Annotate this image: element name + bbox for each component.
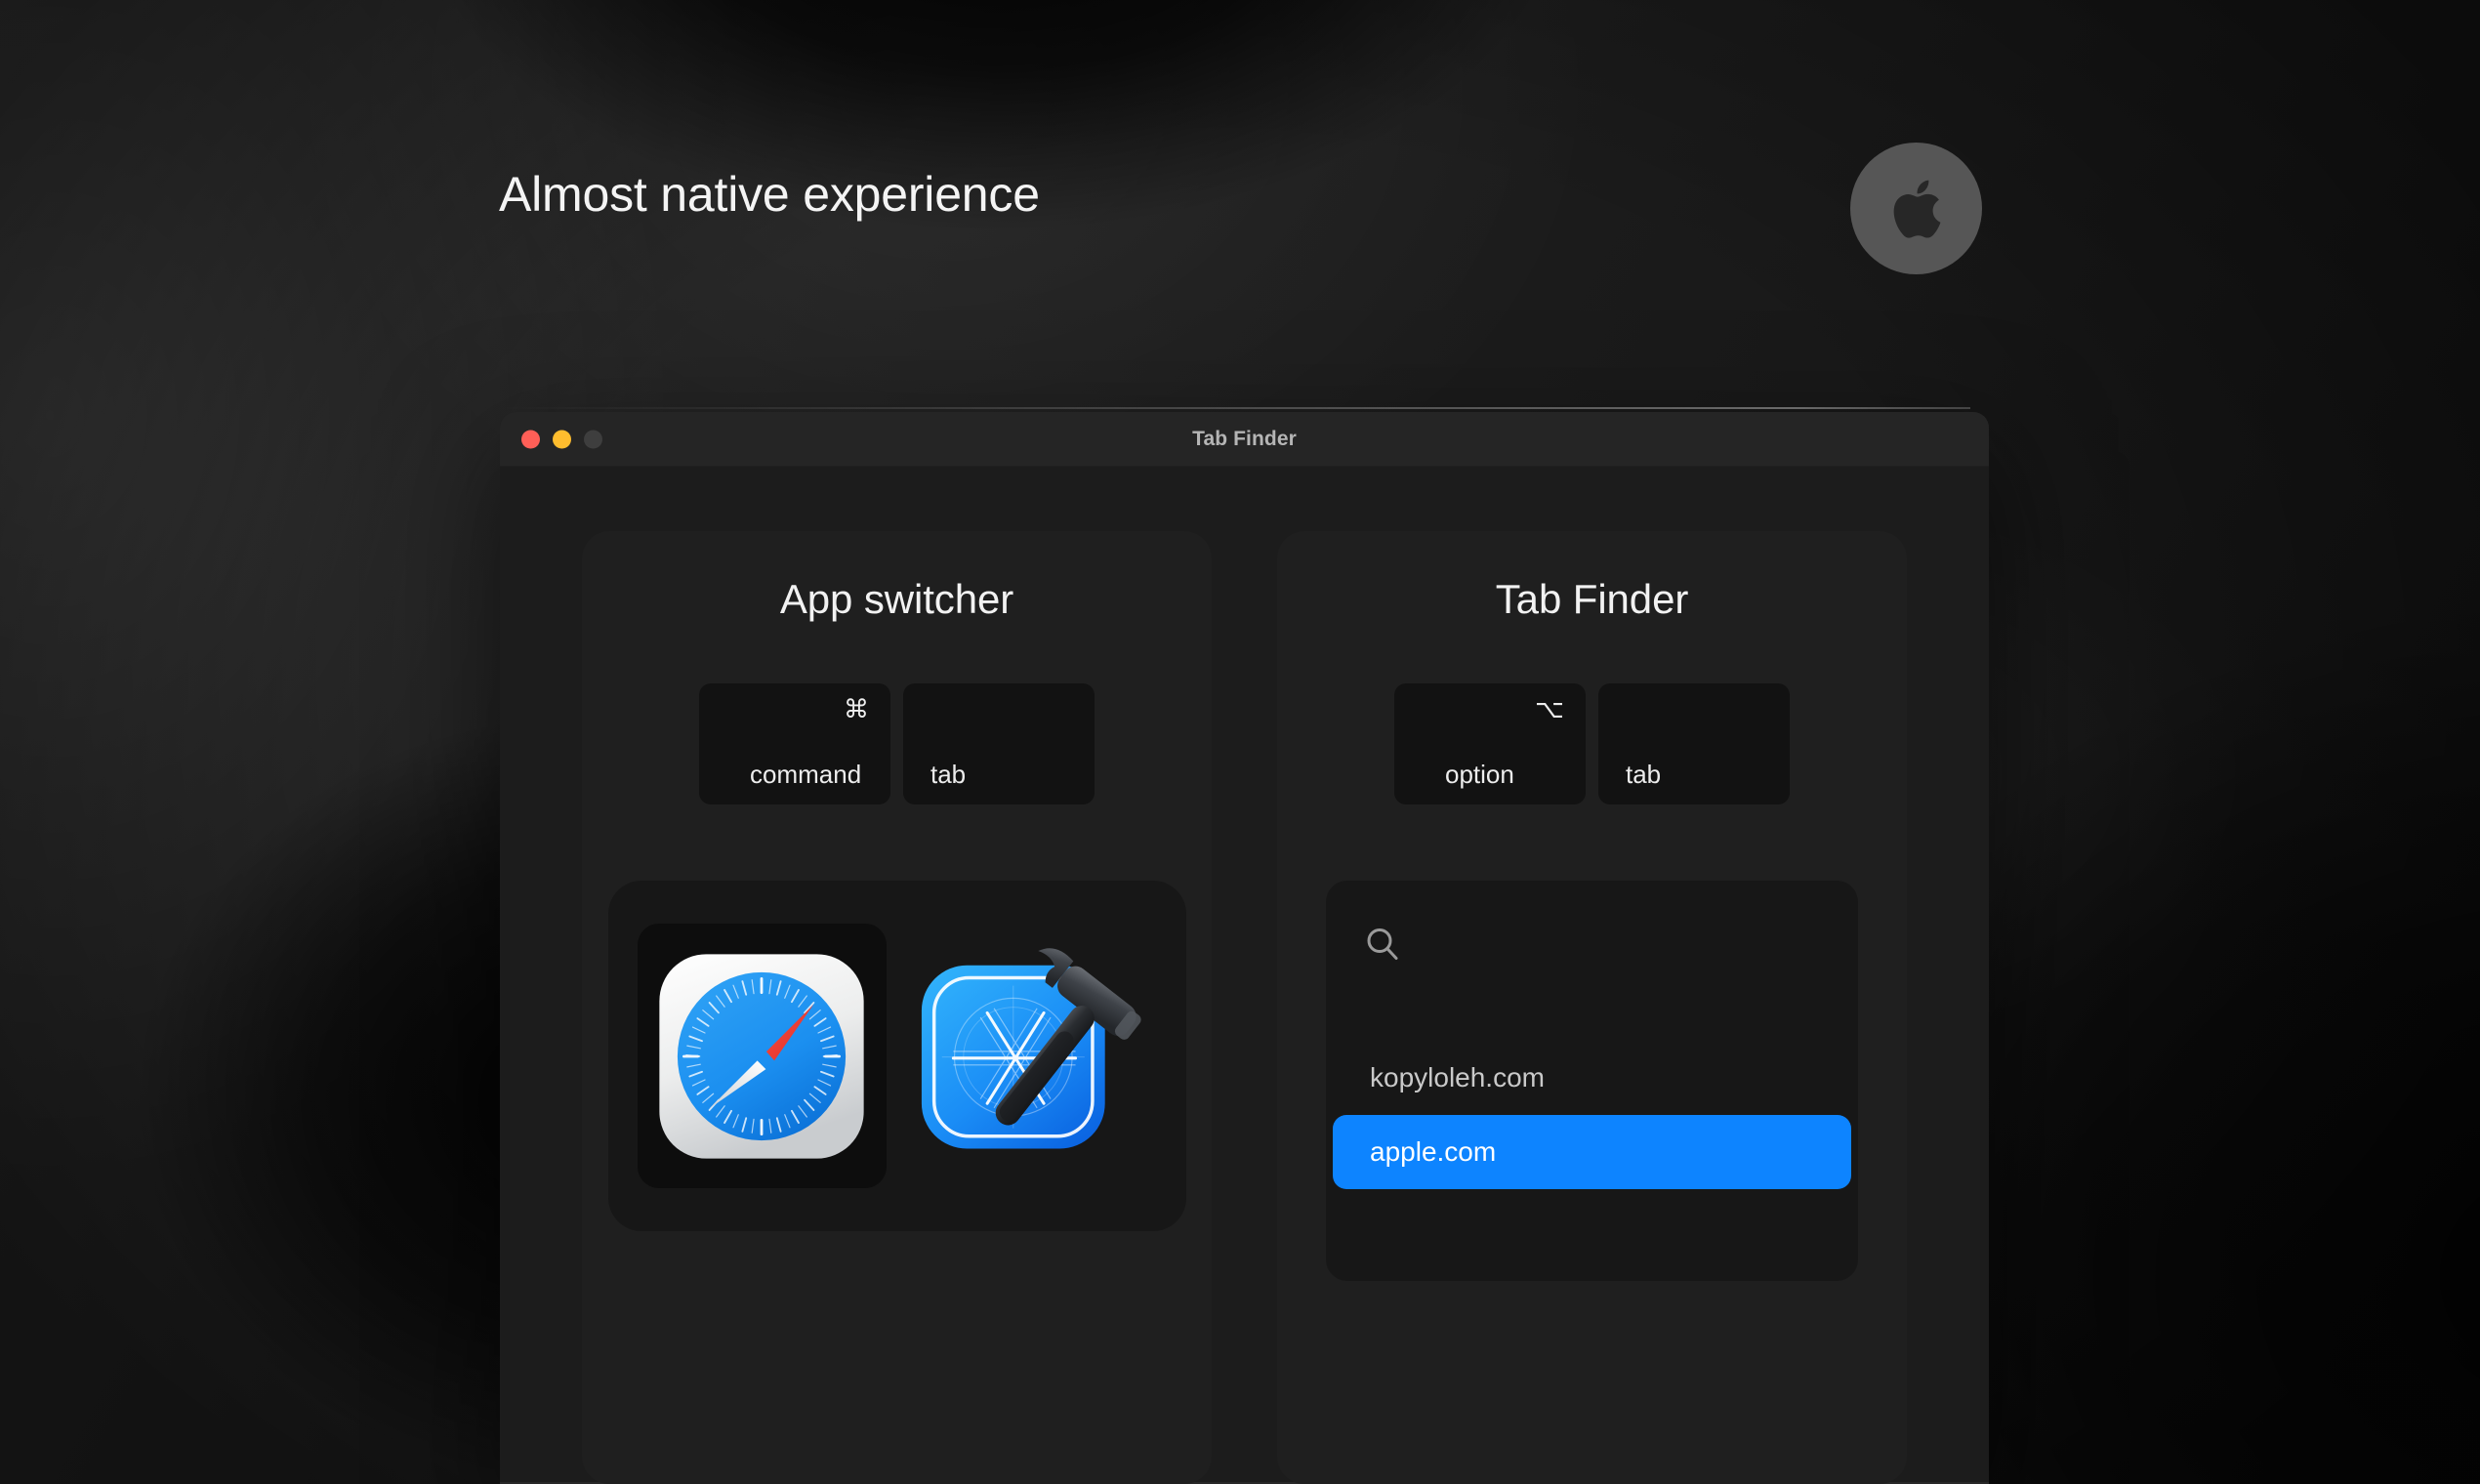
key-command[interactable]: ⌘ command — [699, 683, 890, 804]
key-command-label: command — [750, 760, 862, 789]
search-icon — [1363, 925, 1402, 964]
app-slot-xcode[interactable] — [908, 924, 1157, 1188]
key-tab-app-switcher[interactable]: tab — [903, 683, 1095, 804]
window-title: Tab Finder — [1192, 427, 1297, 450]
result-label: apple.com — [1370, 1136, 1497, 1167]
shortcut-keys-tab-finder: ⌥ option tab — [1394, 683, 1790, 804]
list-item[interactable]: kopyloleh.com — [1333, 1041, 1851, 1115]
window-titlebar[interactable]: Tab Finder — [500, 412, 1989, 467]
card-app-switcher: App switcher ⌘ command tab — [582, 531, 1212, 1484]
card-title-app-switcher: App switcher — [779, 576, 1014, 622]
key-tab-label: tab — [1626, 760, 1662, 789]
apple-logo-badge[interactable] — [1850, 143, 1982, 274]
minimize-button[interactable] — [553, 430, 571, 448]
key-tab-label: tab — [930, 760, 967, 789]
shortcut-keys-app-switcher: ⌘ command tab — [699, 683, 1095, 804]
tab-finder-panel: kopyloleh.com apple.com — [1326, 881, 1858, 1281]
app-switcher-panel — [607, 881, 1186, 1231]
window-top-highlight — [500, 407, 1970, 409]
tab-key-icon — [1620, 697, 1768, 726]
app-slot-safari[interactable] — [637, 924, 887, 1188]
option-key-icon: ⌥ — [1535, 695, 1564, 724]
page-title: Almost native experience — [499, 167, 1040, 222]
result-label: kopyloleh.com — [1370, 1062, 1545, 1092]
list-item[interactable]: apple.com — [1333, 1115, 1851, 1189]
maximize-button[interactable] — [584, 430, 602, 448]
window-content: App switcher ⌘ command tab Tab Finder ⌥ … — [500, 467, 1989, 1484]
page-root: Almost native experience Tab Finder App … — [0, 0, 2480, 1484]
search-input[interactable] — [1326, 916, 1858, 972]
safari-app-icon — [655, 950, 868, 1163]
key-option-label: option — [1445, 760, 1514, 789]
xcode-app-icon — [908, 931, 1157, 1180]
key-tab-tab-finder[interactable]: tab — [1598, 683, 1790, 804]
card-tab-finder: Tab Finder ⌥ option tab kopyloleh.com ap… — [1277, 531, 1907, 1484]
search-results-list: kopyloleh.com apple.com — [1326, 1041, 1858, 1189]
close-button[interactable] — [521, 430, 540, 448]
card-title-tab-finder: Tab Finder — [1495, 576, 1689, 622]
command-key-icon: ⌘ — [844, 695, 869, 724]
key-option[interactable]: ⌥ option — [1394, 683, 1586, 804]
traffic-light-group — [521, 430, 602, 448]
tab-key-icon — [925, 697, 1073, 726]
apple-logo-icon — [1891, 179, 1942, 239]
app-window: Tab Finder App switcher ⌘ command tab Ta… — [500, 412, 1989, 1484]
